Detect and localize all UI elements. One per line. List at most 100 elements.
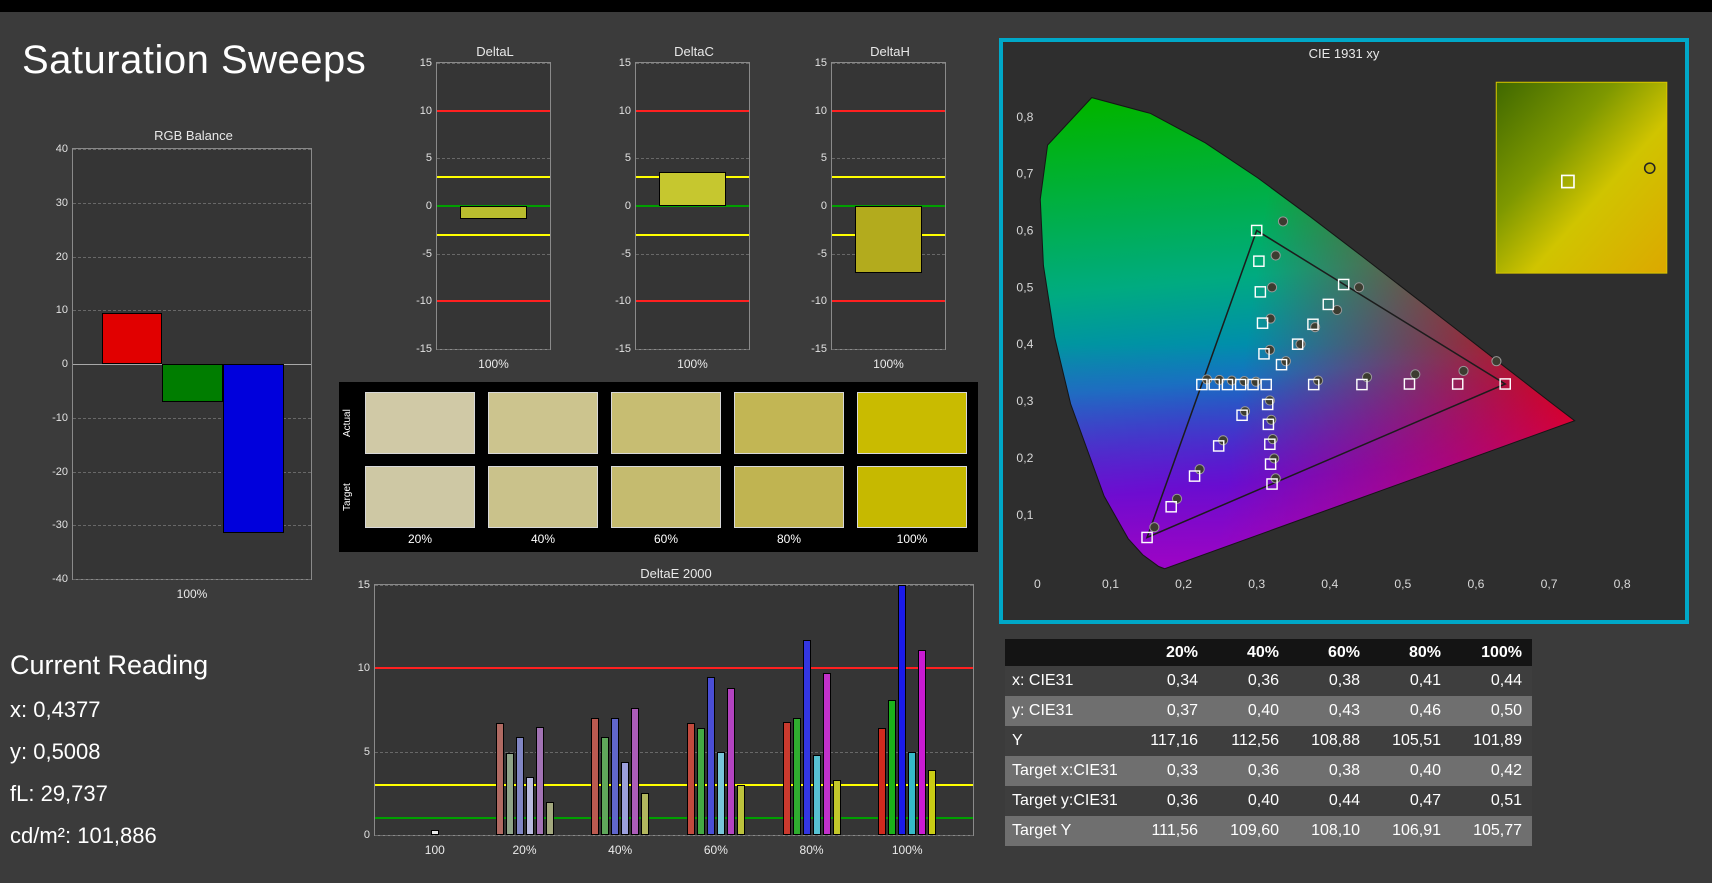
table-cell: 105,51 — [1392, 732, 1441, 749]
y-tick-label: 0 — [624, 200, 631, 212]
deltaH-title: DeltaH — [870, 44, 910, 59]
blue-bar — [222, 364, 284, 534]
table-cell: 0,36 — [1166, 792, 1198, 809]
target-swatch-60% — [611, 466, 721, 528]
target-swatch-40% — [488, 466, 598, 528]
deltaE-bar — [495, 723, 504, 835]
y-tick-label: 0 — [61, 358, 68, 370]
deltaE-bar — [631, 708, 640, 835]
y-tick-label: 30 — [55, 196, 68, 209]
y-tick-label: 0 — [363, 829, 370, 841]
deltaL-panel[interactable]: DeltaL 15 10 5 0 -5 -10 -15 100% — [402, 44, 554, 374]
deltaH-plot: 15 10 5 0 -5 -10 -15 100% — [811, 57, 946, 371]
x-axis-label: 100% — [176, 587, 208, 601]
x-axis-label: 100 — [424, 843, 445, 857]
actual-swatch-40% — [488, 392, 598, 454]
deltaH-panel[interactable]: DeltaH 15 10 5 0 -5 -10 -15 100% — [797, 44, 949, 374]
y-tick-label: 10 — [357, 662, 370, 675]
y-tick-label: 0,1 — [1016, 508, 1033, 522]
y-tick-label: -15 — [615, 343, 631, 355]
table-cell: 0,47 — [1409, 792, 1441, 809]
table-cell: 0,42 — [1490, 762, 1522, 779]
x-tick-label: 0,5 — [1394, 577, 1411, 591]
x-axis-label: 20% — [512, 843, 537, 857]
table-cell: 109,60 — [1230, 822, 1279, 839]
measured-point — [1239, 406, 1251, 417]
gridline — [73, 202, 311, 204]
current-reading-x: x: 0,4377 — [10, 697, 101, 722]
swatch-row-label: Actual — [342, 409, 353, 437]
y-tick-label: -15 — [811, 343, 827, 355]
gridline — [73, 579, 311, 580]
deltaE-bar — [535, 726, 544, 835]
gridline — [636, 253, 749, 255]
table-cell: 0,44 — [1328, 792, 1360, 809]
table-header-cell: 80% — [1408, 644, 1441, 661]
zoom-inset — [1495, 81, 1668, 274]
table-cell: 0,44 — [1490, 672, 1522, 689]
table-header-cell: 20% — [1165, 644, 1198, 661]
table-row: Target Y 111,56 109,60 108,10 106,91 105,77 — [1005, 816, 1532, 846]
gridline — [73, 310, 311, 312]
deltaE-panel[interactable]: DeltaE 2000 15 10 5 0 100 20% 40% 60% 80% 100% — [344, 566, 978, 862]
gridline — [636, 349, 749, 350]
measured-point — [1410, 369, 1421, 380]
color-swatch-panel[interactable]: Actual Target 20% 40% 60% 80% 100% — [339, 382, 978, 552]
measured-point — [1277, 216, 1289, 227]
y-tick-label: -10 — [811, 295, 827, 308]
x-tick-label: 0,4 — [1321, 577, 1338, 591]
measurement-table[interactable]: 20% 40% 60% 80% 100% x: CIE31 0,34 0,36 0,38 0,41… — [1005, 639, 1532, 846]
deltaE-bar — [430, 830, 439, 835]
table-row: y: CIE31 0,37 0,40 0,43 0,46 0,50 — [1005, 696, 1532, 726]
y-tick-label: 0,8 — [1016, 110, 1033, 124]
table-header-row: 20% 40% 60% 80% 100% — [1005, 639, 1532, 666]
x-axis-label: 100% — [478, 357, 509, 371]
table-row-label: Target Y — [1012, 822, 1072, 839]
table-cell: 117,16 — [1150, 732, 1198, 749]
table-row: x: CIE31 0,34 0,36 0,38 0,41 0,44 — [1005, 666, 1532, 696]
deltaH-bar — [854, 206, 923, 273]
table-cell: 0,37 — [1166, 702, 1198, 719]
reference-line — [375, 667, 973, 670]
page-title: Saturation Sweeps — [22, 38, 367, 82]
table-row: Y 117,16 112,56 108,88 105,51 101,89 — [1005, 726, 1532, 756]
deltaC-panel[interactable]: DeltaC 15 10 5 0 -5 -10 -15 100% — [601, 44, 753, 374]
window-top-bar — [0, 0, 1712, 12]
y-tick-label: 15 — [618, 57, 631, 69]
gridline — [832, 349, 945, 350]
table-cell: 0,38 — [1328, 762, 1360, 779]
x-tick-label: 0,3 — [1248, 577, 1265, 591]
table-cell: 0,36 — [1247, 672, 1279, 689]
deltaE-bar — [505, 753, 514, 835]
cie-1931-panel[interactable]: CIE 1931 xy 0 0,1 0,2 0,3 0,4 0,5 0,6 0,7 0,8 0,1… — [999, 38, 1689, 624]
swatch-col-label: 40% — [530, 532, 556, 546]
deltaE-bar — [822, 673, 831, 835]
deltaE-bar — [525, 776, 534, 835]
y-tick-label: -5 — [422, 247, 432, 260]
deltaE-bar — [832, 780, 841, 835]
deltaE-bar — [641, 793, 650, 835]
x-axis-label: 60% — [703, 843, 728, 857]
gridline — [73, 149, 311, 150]
table-cell: 0,50 — [1490, 702, 1522, 719]
x-tick-label: 0 — [1034, 577, 1041, 591]
measured-point — [1353, 282, 1365, 293]
rgb-balance-panel[interactable]: RGB Balance 40 30 20 10 0 -10 -20 -30 -40 100% — [30, 128, 315, 606]
table-row: Target y:CIE31 0,36 0,40 0,44 0,47 0,51 — [1005, 786, 1532, 816]
deltaE-bar — [782, 721, 791, 835]
current-reading-cdm2: cd/m²: 101,886 — [10, 823, 157, 848]
current-reading-fl: fL: 29,737 — [10, 781, 108, 806]
y-tick-label: 10 — [814, 104, 827, 117]
measured-point — [1264, 344, 1275, 355]
deltaE-bar — [686, 723, 695, 835]
y-tick-label: -10 — [52, 411, 68, 424]
y-tick-label: 0,5 — [1016, 280, 1033, 294]
current-reading-y: y: 0,5008 — [10, 739, 101, 764]
y-tick-label: 20 — [55, 250, 68, 263]
cie-chromaticity-diagram: 0 0,1 0,2 0,3 0,4 0,5 0,6 0,7 0,8 0,1 0,2 0,3 0,4 0,5… — [1016, 81, 1668, 591]
y-tick-label: -30 — [52, 519, 68, 532]
reference-line — [832, 176, 945, 179]
gridline — [437, 253, 550, 255]
swatch-row-label: Target — [342, 483, 353, 511]
table-header-cell: 100% — [1481, 644, 1522, 661]
